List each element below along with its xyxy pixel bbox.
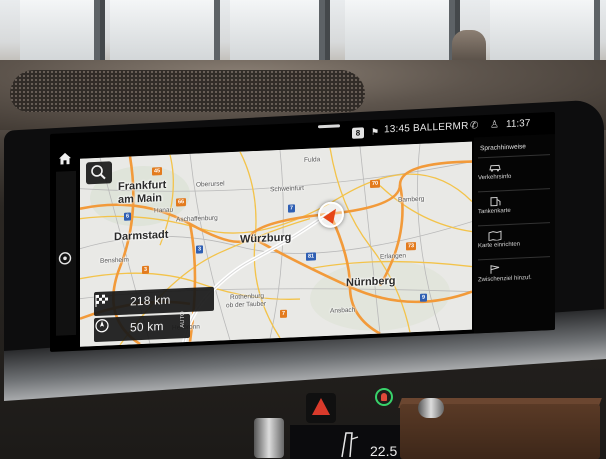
menu-item-map-settings[interactable]: Karte einrichten — [478, 228, 552, 249]
destination-distance: 218 km — [130, 292, 171, 309]
arrival-destination[interactable]: 13:45 BALLERMR — [384, 121, 469, 136]
status-handle[interactable] — [318, 124, 340, 129]
side-menu: Sprachhinweise Verkehrsinfo Tankenkarte … — [474, 133, 555, 334]
compass-icon — [95, 319, 109, 333]
menu-item-label: Tankenkarte — [478, 207, 511, 216]
road-shield: 7 — [288, 204, 296, 213]
menu-divider — [478, 188, 550, 193]
road-shield: 3 — [142, 265, 150, 274]
town-label: Oberursel — [196, 180, 225, 189]
road-shield: 6 — [124, 212, 132, 221]
city-label: am Main — [118, 192, 163, 207]
window-pane — [490, 0, 600, 68]
map-view[interactable]: Frankfurt am Main Darmstadt Würzburg Nür… — [80, 141, 472, 347]
town-label: Fulda — [304, 156, 321, 164]
home-icon[interactable] — [58, 151, 72, 166]
user-icon[interactable]: ♙ — [490, 119, 499, 130]
road-shield: 9 — [420, 293, 428, 302]
road-shield: 81 — [306, 252, 317, 261]
road-shield: 66 — [176, 198, 187, 207]
town-label: Hanau — [154, 206, 174, 215]
navigation-dial-icon[interactable] — [58, 251, 72, 266]
road-shield: 45 — [152, 167, 163, 176]
air-vent-knob[interactable] — [418, 398, 444, 418]
temperature-readout: 22.5 — [370, 443, 398, 459]
menu-item-label: Karte einrichten — [478, 241, 521, 250]
road-shield: 70 — [370, 179, 381, 189]
next-maneuver-card[interactable]: 50 km — [94, 313, 190, 343]
hazard-triangle-icon — [312, 398, 330, 415]
next-maneuver-distance: 50 km — [130, 319, 164, 335]
vehicle-arrow-icon — [323, 205, 341, 224]
road-shield: 3 — [196, 245, 204, 254]
window-pane — [110, 0, 220, 68]
navigation-screen: 8 ⚑ 13:45 BALLERMR ✆ ♙ 11:37 Frankfurt a… — [50, 111, 555, 352]
airbag-icon — [381, 393, 387, 401]
town-label: Erlangen — [380, 252, 407, 261]
menu-divider — [478, 256, 550, 261]
menu-item-fuel-map[interactable]: Tankenkarte — [478, 194, 552, 215]
passenger-airbag-indicator — [375, 388, 393, 406]
town-label: Bensheim — [100, 256, 129, 265]
town-label: Ansbach — [330, 306, 356, 315]
city-label: Würzburg — [240, 231, 292, 246]
seat-heating-icon — [341, 432, 359, 458]
menu-divider — [478, 222, 550, 227]
menu-divider — [478, 154, 550, 159]
auto-zoom-indicator[interactable]: AUTO — [180, 311, 190, 339]
window-pane — [230, 0, 325, 68]
map-search-button[interactable] — [86, 161, 112, 185]
map-settings-icon — [488, 230, 502, 241]
road-shield: 7 — [280, 309, 288, 318]
status-badge: 8 — [352, 127, 364, 139]
air-vent-knob[interactable] — [254, 418, 284, 458]
menu-item-add-waypoint[interactable]: Zwischenziel hinzuf. — [478, 262, 552, 283]
waypoint-icon — [490, 265, 500, 274]
city-label: Frankfurt — [118, 178, 167, 194]
climate-panel: 22.5 — [290, 425, 410, 459]
menu-item-label: Verkehrsinfo — [478, 173, 512, 182]
road-shield: 73 — [406, 242, 417, 251]
menu-item-traffic-info[interactable]: Verkehrsinfo — [478, 160, 552, 181]
city-label: Darmstadt — [114, 228, 169, 244]
fuel-icon — [490, 196, 501, 207]
town-label: Bamberg — [398, 195, 425, 204]
city-label: Nürnberg — [346, 274, 396, 290]
window-pane — [20, 0, 100, 68]
clock: 11:37 — [506, 118, 531, 131]
speaker-grille — [10, 70, 365, 112]
town-label: Schweinfurt — [270, 184, 304, 194]
car-icon — [489, 164, 501, 172]
search-icon — [91, 165, 106, 180]
window-pane — [345, 0, 455, 68]
phone-icon[interactable]: ✆ — [470, 120, 478, 131]
menu-item-voice-guidance[interactable]: Sprachhinweise — [480, 143, 526, 152]
hazard-button[interactable] — [306, 393, 336, 423]
auto-zoom-label: AUTO — [180, 311, 186, 328]
destination-flag-icon: ⚑ — [371, 126, 380, 137]
menu-item-label: Zwischenziel hinzuf. — [478, 274, 532, 284]
checkered-flag-icon — [95, 294, 108, 308]
